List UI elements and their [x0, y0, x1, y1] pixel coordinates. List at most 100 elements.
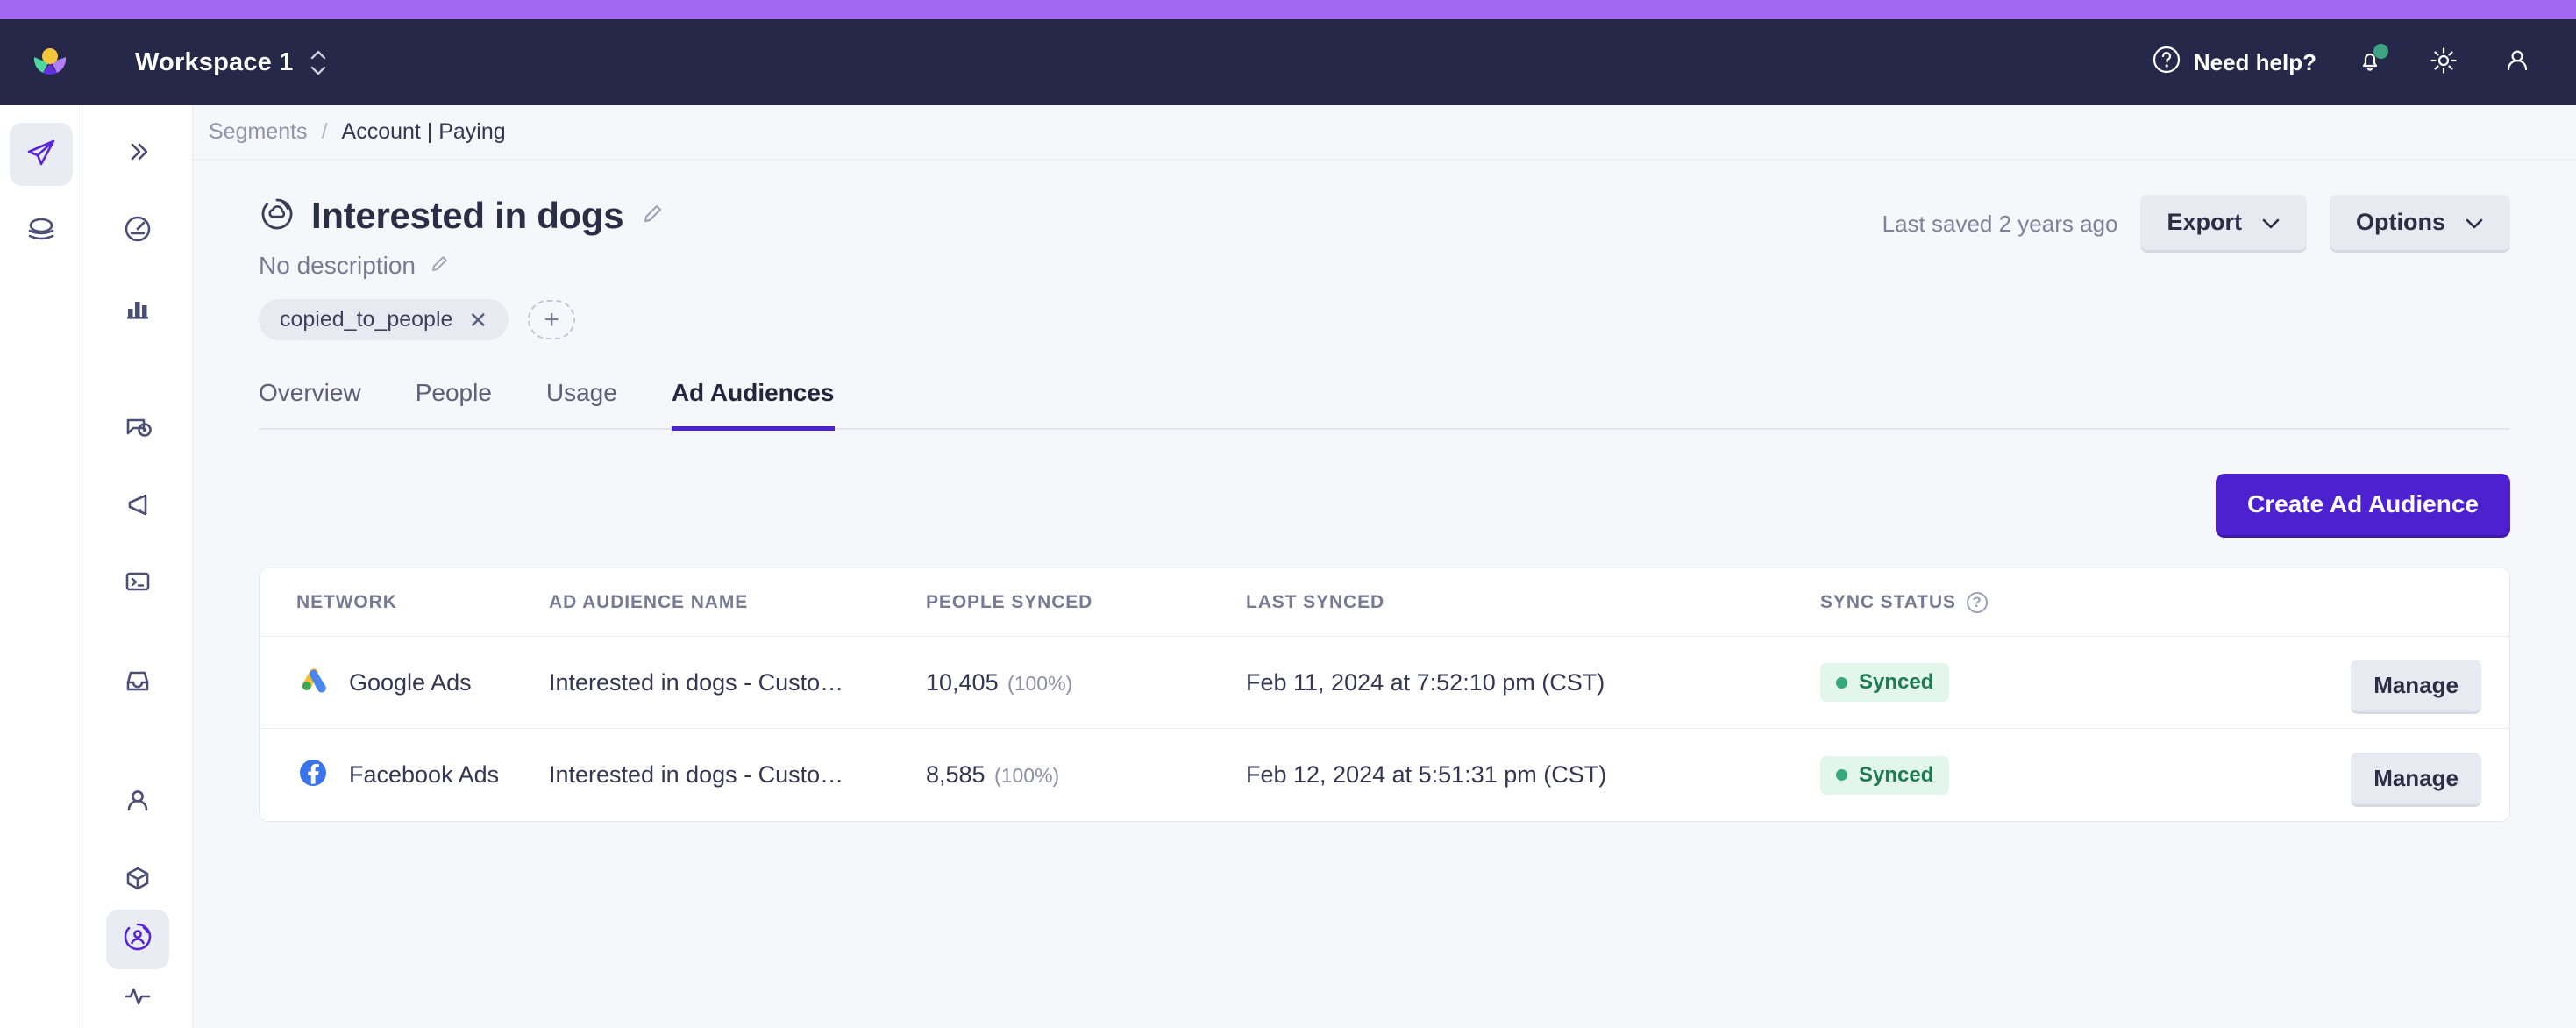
dashboard-gauge-icon: [120, 211, 155, 251]
status-dot-icon: [1836, 676, 1847, 689]
sidebar-item-segments[interactable]: [105, 910, 169, 969]
workspace-switcher[interactable]: Workspace 1: [135, 48, 327, 77]
sidebar-item-dashboard[interactable]: [106, 202, 169, 261]
breadcrumb-current[interactable]: Account | Paying: [342, 119, 506, 145]
tab-people[interactable]: People: [416, 379, 492, 431]
create-ad-audience-button[interactable]: Create Ad Audience: [2216, 474, 2510, 538]
people-synced-count: 10,405: [926, 668, 999, 696]
message-target-icon: [120, 410, 155, 449]
app-root: Workspace 1 Need help? Segments / Accoun…: [0, 0, 2576, 1028]
need-help-button[interactable]: Need help?: [2152, 45, 2316, 81]
sidebar-item-people[interactable]: [106, 773, 169, 832]
audience-name: Interested in dogs - Custo…: [549, 761, 844, 788]
cell-sync-status: Synced: [1820, 663, 2167, 702]
chevron-updown-icon: [310, 50, 327, 75]
breadcrumb: Segments / Account | Paying: [193, 105, 2576, 160]
sidebar-item-developer[interactable]: [106, 554, 169, 614]
notifications-button[interactable]: [2350, 42, 2390, 82]
last-saved-label: Last saved 2 years ago: [1882, 210, 2118, 237]
table-header-row: NETWORK AD AUDIENCE NAME PEOPLE SYNCED L…: [260, 568, 2509, 637]
audience-name: Interested in dogs - Custo…: [549, 668, 844, 696]
google-ads-icon: [296, 664, 330, 702]
export-label: Export: [2167, 209, 2242, 235]
page-header-actions: Last saved 2 years ago Export Options: [1882, 195, 2576, 253]
ad-audiences-table: NETWORK AD AUDIENCE NAME PEOPLE SYNCED L…: [259, 568, 2510, 822]
pencil-icon[interactable]: [428, 253, 451, 280]
chevron-down-icon: [2465, 209, 2484, 236]
table-actions: Create Ad Audience: [259, 474, 2576, 538]
last-synced-timestamp: Feb 12, 2024 at 5:51:31 pm (CST): [1246, 761, 1607, 788]
tag-list: copied_to_people ✕ +: [259, 299, 665, 340]
sidebar-item-data[interactable]: [10, 198, 73, 261]
tab-overview[interactable]: Overview: [259, 379, 361, 431]
table-row[interactable]: Facebook Ads Interested in dogs - Custo……: [260, 729, 2509, 821]
cell-people-synced: 8,585 (100%): [926, 761, 1246, 789]
pencil-icon[interactable]: [639, 201, 665, 232]
tab-ad-audiences[interactable]: Ad Audiences: [671, 379, 835, 431]
chevron-down-icon: [2261, 209, 2281, 236]
activity-pulse-icon: [120, 979, 155, 1018]
sidebar-item-broadcasts[interactable]: [106, 477, 169, 537]
sidebar-item-inbox[interactable]: [106, 653, 169, 712]
status-label: Synced: [1859, 762, 1934, 787]
inbox-icon: [121, 664, 154, 702]
workspace-name: Workspace 1: [135, 47, 294, 76]
cell-last-synced: Feb 11, 2024 at 7:52:10 pm (CST): [1246, 669, 1820, 696]
user-icon: [2502, 46, 2532, 80]
question-circle-icon[interactable]: ?: [1966, 591, 1988, 613]
options-button[interactable]: Options: [2330, 195, 2510, 253]
page-description: No description: [259, 252, 416, 279]
chevrons-right-icon: [123, 137, 153, 171]
sidebar-item-analytics[interactable]: [106, 279, 169, 339]
megaphone-icon: [120, 487, 155, 526]
person-icon: [121, 784, 154, 822]
secondary-sidebar: [82, 105, 193, 1028]
page-content: Interested in dogs No description copied…: [193, 160, 2576, 822]
cell-audience-name: Interested in dogs - Custo…: [549, 761, 926, 789]
manage-button[interactable]: Manage: [2351, 752, 2481, 807]
column-header-ad-audience-name: AD AUDIENCE NAME: [549, 591, 749, 612]
question-circle-icon: [2152, 45, 2181, 81]
account-button[interactable]: [2497, 42, 2537, 82]
manage-button[interactable]: Manage: [2351, 660, 2481, 714]
tab-usage[interactable]: Usage: [546, 379, 617, 431]
segment-person-icon: [120, 919, 155, 959]
close-icon[interactable]: ✕: [468, 309, 487, 332]
table-row[interactable]: Google Ads Interested in dogs - Custo… 1…: [260, 637, 2509, 729]
settings-button[interactable]: [2423, 42, 2464, 82]
cell-last-synced: Feb 12, 2024 at 5:51:31 pm (CST): [1246, 761, 1820, 789]
facebook-ads-icon: [296, 756, 330, 794]
need-help-label: Need help?: [2193, 48, 2316, 75]
customerio-logo[interactable]: [19, 43, 81, 82]
export-button[interactable]: Export: [2140, 195, 2307, 253]
page-header: Interested in dogs No description copied…: [259, 195, 2576, 340]
options-label: Options: [2356, 209, 2445, 235]
tag-chip[interactable]: copied_to_people ✕: [259, 299, 509, 340]
layers-icon: [23, 210, 60, 251]
page-description-row: No description: [259, 252, 665, 280]
cell-actions: Manage: [2167, 744, 2509, 807]
cell-people-synced: 10,405 (100%): [926, 669, 1246, 696]
sidebar-expand-button[interactable]: [106, 125, 169, 184]
add-tag-button[interactable]: +: [528, 300, 576, 339]
notification-badge: [2373, 44, 2388, 59]
page-header-left: Interested in dogs No description copied…: [259, 195, 665, 340]
cell-sync-status: Synced: [1820, 755, 2167, 795]
sidebar-item-campaigns[interactable]: [9, 123, 73, 186]
column-header-people-synced: PEOPLE SYNCED: [926, 591, 1093, 612]
sidebar-item-objects[interactable]: [106, 850, 169, 910]
sidebar-item-activity[interactable]: [106, 969, 169, 1028]
breadcrumb-separator: /: [321, 119, 328, 144]
gear-icon: [2428, 45, 2459, 81]
network-name: Google Ads: [349, 668, 472, 696]
status-badge: Synced: [1820, 663, 1950, 702]
network-name: Facebook Ads: [349, 761, 500, 788]
breadcrumb-root[interactable]: Segments: [209, 119, 308, 145]
sidebar-item-messages[interactable]: [106, 399, 169, 459]
status-label: Synced: [1859, 670, 1934, 694]
paper-plane-icon: [23, 134, 60, 175]
top-accent-strip: [0, 0, 2576, 19]
cube-icon: [121, 861, 154, 899]
cell-network: Facebook Ads: [260, 756, 549, 794]
cell-actions: Manage: [2167, 651, 2509, 714]
